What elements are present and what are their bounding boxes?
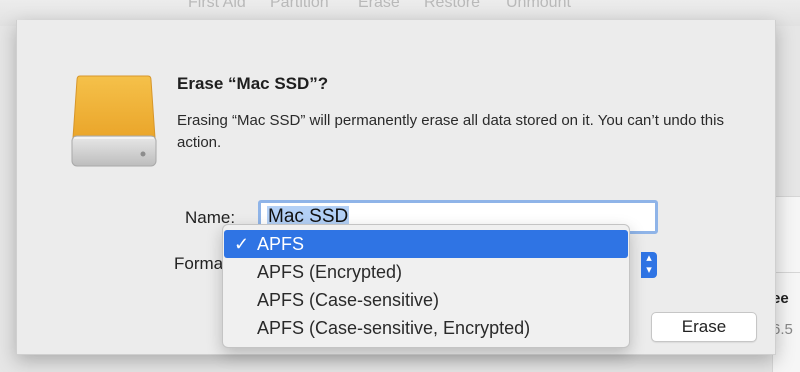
menu-item-apfs-case-sensitive-encrypted[interactable]: APFS (Case-sensitive, Encrypted) — [224, 314, 628, 342]
toolbar-restore-button[interactable]: Restore — [424, 0, 480, 12]
background-info-panel — [772, 196, 800, 372]
dialog-message: Erasing “Mac SSD” will permanently erase… — [177, 112, 724, 151]
checkmark-icon: ✓ — [234, 234, 250, 254]
menu-item-label: APFS (Encrypted) — [257, 262, 403, 282]
toolbar-erase-button[interactable]: Erase — [358, 0, 400, 12]
menu-item-label: APFS — [257, 234, 305, 254]
toolbar-unmount-button[interactable]: Unmount — [506, 0, 571, 12]
menu-item-apfs[interactable]: ✓ APFS — [224, 230, 628, 258]
chevron-updown-icon[interactable]: ▴ ▾ — [641, 252, 657, 278]
dialog-title: Erase “Mac SSD”? — [177, 74, 329, 93]
menu-item-apfs-case-sensitive[interactable]: APFS (Case-sensitive) — [224, 286, 628, 314]
divider — [772, 272, 800, 273]
menu-item-label: APFS (Case-sensitive) — [257, 290, 440, 310]
external-drive-icon — [71, 75, 157, 167]
toolbar-first-aid-button[interactable]: First Aid — [188, 0, 246, 12]
menu-item-label: APFS (Case-sensitive, Encrypted) — [257, 318, 531, 338]
format-dropdown-menu: ✓ APFS APFS (Encrypted) APFS (Case-sensi… — [222, 224, 630, 348]
toolbar-partition-button[interactable]: Partition — [270, 0, 329, 12]
erase-button[interactable]: Erase — [651, 312, 757, 342]
divider — [772, 196, 800, 197]
menu-item-apfs-encrypted[interactable]: APFS (Encrypted) — [224, 258, 628, 286]
format-label: Format — [174, 254, 228, 273]
